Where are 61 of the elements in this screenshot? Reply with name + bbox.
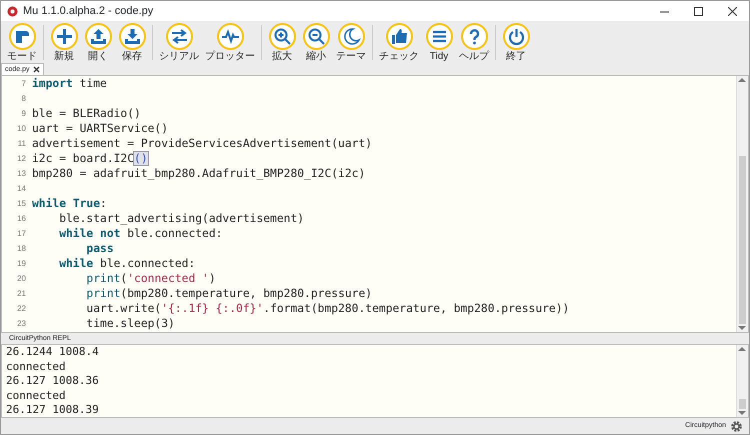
- line-number: 23: [16, 318, 26, 330]
- code-line: pass: [85, 241, 115, 256]
- power-icon: [506, 27, 526, 46]
- code-line: import time: [32, 76, 108, 91]
- code-line: i2c = board.I2C(): [32, 151, 149, 166]
- code-line: uart.write('{:.1f} {:.0f}'.format(bmp280.temperature, bmp280.pressure)): [85, 301, 570, 316]
- download-icon: [122, 27, 142, 46]
- window-title: Mu 1.1.0.alpha.2 - code.py: [23, 4, 154, 19]
- zoom-in-icon: [272, 27, 292, 46]
- repl-output-line: connected: [6, 388, 67, 403]
- code-line: advertisement = ProvideServicesAdvertisement(uart): [32, 136, 374, 151]
- line-number: 7: [20, 78, 26, 90]
- line-number: 9: [20, 108, 26, 120]
- line-number: 12: [16, 153, 26, 165]
- moon-icon: [342, 27, 360, 46]
- line-number: 11: [16, 138, 26, 150]
- line-number: 10: [16, 123, 26, 135]
- toolbar-button[interactable]: シリアル: [157, 23, 201, 62]
- scroll-up-icon: [737, 76, 747, 84]
- line-number: 22: [16, 303, 26, 315]
- line-number: 13: [16, 168, 26, 180]
- code-line: while not ble.connected:: [58, 226, 224, 241]
- close-icon: [32, 66, 40, 73]
- scroll-down-icon: [737, 409, 747, 417]
- line-number: 19: [16, 258, 26, 270]
- app-logo-icon: [7, 6, 18, 16]
- settings-icon[interactable]: [730, 420, 743, 432]
- line-number: 14: [16, 183, 26, 195]
- thumbs-up-icon: [390, 27, 408, 46]
- code-line: ble.start_advertising(advertisement): [58, 211, 306, 226]
- code-line: uart = UARTService(): [32, 121, 170, 136]
- line-number: 17: [16, 228, 26, 240]
- code-line: print(bmp280.temperature, bmp280.pressure): [85, 286, 374, 301]
- line-number: 15: [16, 198, 26, 210]
- upload-icon: [88, 27, 108, 46]
- line-number: 20: [16, 273, 26, 285]
- repl-output-line: connected: [6, 360, 67, 374]
- toolbar-button[interactable]: チェック: [377, 23, 421, 62]
- code-line: time.sleep(3): [85, 316, 176, 331]
- close-icon[interactable]: [728, 6, 736, 16]
- code-line: while True:: [32, 196, 108, 211]
- plus-icon: [54, 27, 74, 46]
- toolbar-button[interactable]: プロッター: [203, 23, 257, 62]
- line-number: 16: [16, 213, 26, 225]
- scrollbar[interactable]: [736, 345, 748, 417]
- repl-output-line: 26.1244 1008.4: [6, 345, 100, 360]
- code-line: while ble.connected:: [58, 256, 196, 271]
- line-number: 21: [16, 288, 26, 300]
- scrollbar-thumb: [739, 398, 746, 409]
- zoom-out-icon: [306, 27, 326, 46]
- line-number: 8: [20, 93, 26, 105]
- repl-output-line: 26.127 1008.39: [6, 403, 100, 417]
- code-line: bmp280 = adafruit_bmp280.Adafruit_BMP280_I2C(i2c): [32, 166, 366, 181]
- pulse-icon: [220, 27, 240, 46]
- line-number: 18: [16, 243, 26, 255]
- code-line: print('connected '): [85, 271, 217, 286]
- scrollbar[interactable]: [736, 76, 748, 332]
- repl-output-line: 26.127 1008.36: [6, 374, 100, 388]
- maximize-icon[interactable]: [694, 6, 702, 16]
- arrows-icon: [170, 27, 188, 46]
- code-line: ble = BLERadio(): [32, 106, 142, 121]
